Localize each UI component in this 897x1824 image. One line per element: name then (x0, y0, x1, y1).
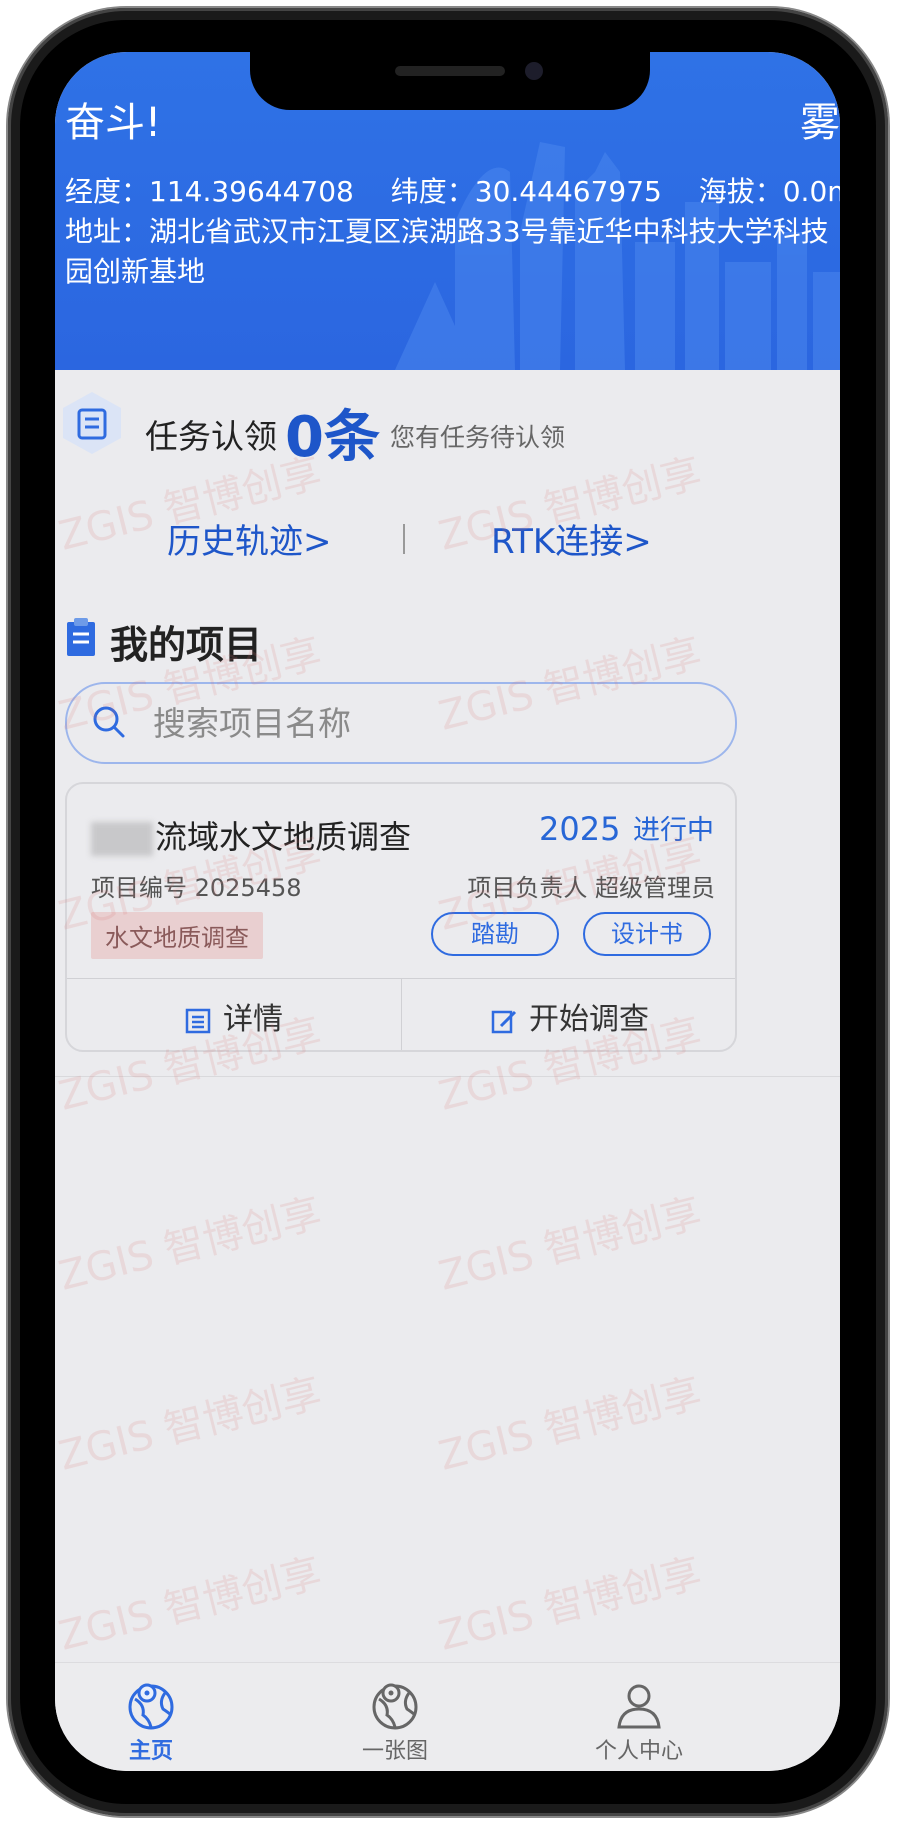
survey-button[interactable]: 踏勘 (431, 912, 559, 956)
tab-map-label: 一张图 (361, 1739, 428, 1764)
coordinates-row: 经度：114.39644708 纬度：30.44467975 海拔：0.0m (65, 170, 840, 210)
project-lead: 项目负责人 超级管理员 (467, 874, 715, 902)
tab-home-label: 主页 (128, 1739, 173, 1764)
links-divider (403, 524, 405, 554)
redacted-name-prefix (91, 822, 153, 856)
rtk-connect-link[interactable]: RTK连接> (491, 514, 652, 563)
phone-notch (250, 52, 650, 110)
card-action-divider (401, 978, 402, 1050)
longitude-text: 经度：114.39644708 (65, 175, 354, 208)
address-text: 地址：湖北省武汉市江夏区滨湖路33号靠近华中科技大学科技园创新基地 (65, 215, 829, 288)
start-survey-button[interactable]: 开始调查 (491, 994, 649, 1038)
task-claim-label: 任务认领 (145, 417, 277, 456)
tab-profile-label: 个人中心 (594, 1739, 683, 1764)
project-search-input[interactable] (151, 694, 715, 752)
project-code: 项目编号 2025458 (91, 874, 302, 902)
user-icon (617, 1684, 661, 1729)
globe-pin-icon (128, 1683, 174, 1730)
list-detail-icon (185, 1008, 211, 1034)
front-camera (525, 62, 543, 80)
watermark-text: ZGIS 智博创享 (434, 1550, 706, 1660)
list-end-divider (55, 1076, 840, 1077)
globe-map-icon (372, 1683, 418, 1730)
history-track-link[interactable]: 历史轨迹> (167, 514, 332, 563)
earpiece-speaker (395, 66, 505, 76)
watermark-text: ZGIS 智博创享 (434, 1370, 706, 1480)
watermark-text: ZGIS 智博创享 (434, 1190, 706, 1300)
start-survey-label: 开始调查 (529, 1002, 649, 1037)
project-name-text: 流域水文地质调查 (155, 818, 412, 856)
watermark-text: ZGIS 智博创享 (55, 1370, 326, 1480)
project-year: 2025 (539, 810, 621, 848)
quick-links-row: 历史轨迹> RTK连接> (55, 480, 840, 598)
design-doc-button[interactable]: 设计书 (583, 912, 711, 956)
weather-text: 雾 (800, 100, 840, 146)
app-screen: 奋斗! 雾 经度：114.39644708 纬度：30.44467975 海拔：… (55, 52, 840, 1771)
tab-profile[interactable]: 个人中心 (569, 1679, 709, 1765)
project-status-badge: 进行中 (633, 815, 714, 846)
task-list-icon (63, 392, 121, 454)
my-projects-title: 我的项目 (110, 623, 263, 667)
details-label: 详情 (223, 1002, 283, 1037)
project-type-tag: 水文地质调查 (91, 912, 263, 959)
watermark-text: ZGIS 智博创享 (55, 1190, 326, 1300)
tab-home[interactable]: 主页 (81, 1679, 221, 1765)
altitude-text: 海拔：0.0m (698, 175, 840, 208)
tab-map[interactable]: 一张图 (325, 1679, 465, 1765)
project-card[interactable]: 流域水文地质调查 2025 进行中 项目编号 2025458 项目负责人 超级管… (65, 782, 737, 1052)
task-claim-row[interactable]: 任务认领 0条 您有任务待认领 (55, 370, 840, 480)
task-count: 0条 (285, 405, 380, 470)
bottom-tab-bar: 主页 一张图 个人中心 (55, 1662, 840, 1771)
task-hint: 您有任务待认领 (390, 423, 566, 452)
edit-icon (491, 1010, 517, 1034)
project-name: 流域水文地质调查 (91, 812, 411, 858)
project-search-box[interactable] (65, 682, 737, 764)
greeting-text: 奋斗! (65, 100, 162, 146)
my-projects-header: 我的项目 (55, 598, 840, 688)
watermark-text: ZGIS 智博创享 (55, 1550, 326, 1660)
latitude-text: 纬度：30.44467975 (390, 175, 662, 208)
clipboard-icon (67, 618, 95, 656)
details-button[interactable]: 详情 (185, 994, 283, 1038)
search-icon (93, 706, 125, 738)
